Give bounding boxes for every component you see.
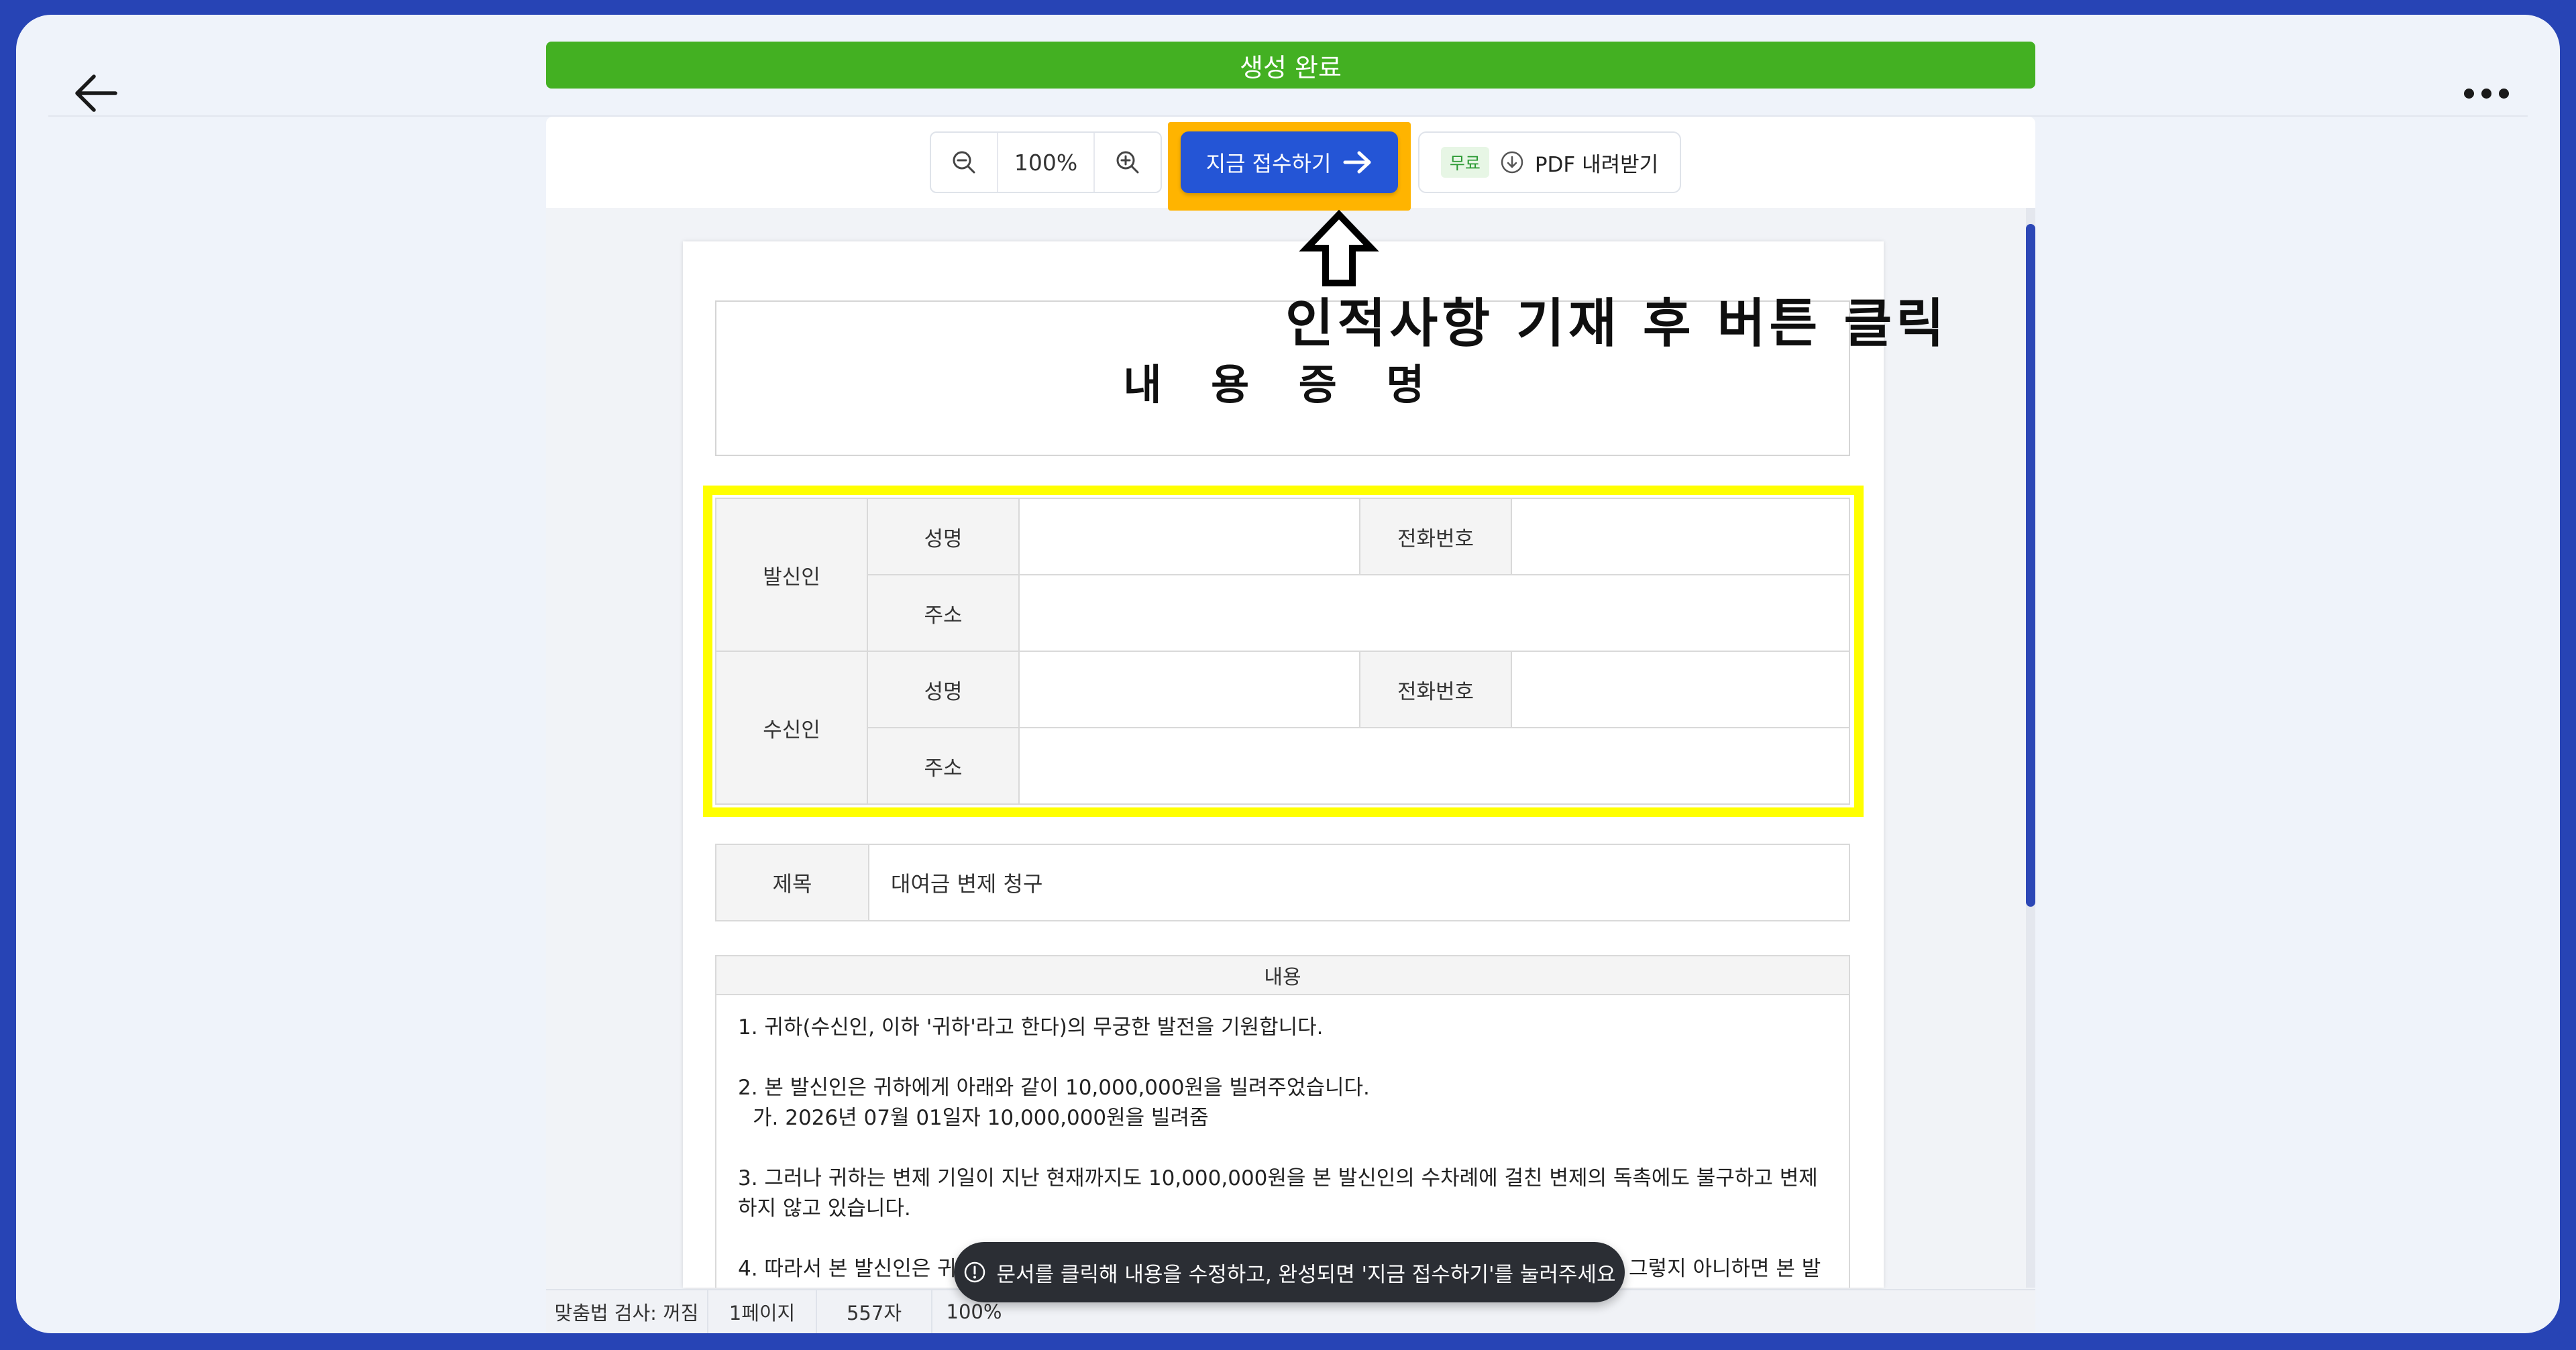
char-count: 557자 bbox=[817, 1290, 932, 1333]
page-count: 1페이지 bbox=[708, 1290, 817, 1333]
pdf-download-button[interactable]: 무료 PDF 내려받기 bbox=[1418, 131, 1681, 193]
party-info-highlight bbox=[703, 486, 1864, 817]
status-text: 생성 완료 bbox=[1240, 52, 1342, 82]
content-header: 내용 bbox=[716, 956, 1849, 995]
arrow-right-icon bbox=[1343, 151, 1371, 174]
dot-icon bbox=[2481, 88, 2491, 99]
generation-status-bar: 생성 완료 bbox=[546, 42, 2035, 89]
toast-notification: 문서를 클릭해 내용을 수정하고, 완성되면 '지금 접수하기'를 눌러주세요 bbox=[954, 1242, 1625, 1302]
scrollbar-thumb[interactable] bbox=[2026, 224, 2035, 907]
dot-icon bbox=[2498, 88, 2509, 99]
subject-row: 제목 대여금 변제 청구 bbox=[715, 844, 1850, 921]
more-options-button[interactable] bbox=[2446, 54, 2526, 133]
zoom-control: 100% bbox=[930, 131, 1162, 193]
arrow-left-icon bbox=[75, 74, 117, 112]
zoom-out-icon bbox=[953, 151, 975, 174]
zoom-in-icon bbox=[1116, 151, 1139, 174]
toast-text: 문서를 클릭해 내용을 수정하고, 완성되면 '지금 접수하기'를 눌러주세요 bbox=[996, 1262, 1616, 1287]
submit-now-button[interactable]: 지금 접수하기 bbox=[1181, 131, 1398, 193]
instruction-annotation: 인적사항 기재 후 버튼 클릭 bbox=[1285, 294, 1948, 354]
content-section: 내용 1. 귀하(수신인, 이하 '귀하'라고 한다)의 무궁한 발전을 기원합… bbox=[715, 955, 1850, 1288]
content-paragraph: 3. 그러나 귀하는 변제 기일이 지난 현재까지도 10,000,000원을 … bbox=[738, 1166, 1818, 1221]
subject-label: 제목 bbox=[716, 845, 869, 920]
content-paragraph: 1. 귀하(수신인, 이하 '귀하'라고 한다)의 무궁한 발전을 기원합니다. bbox=[738, 1015, 1324, 1039]
spellcheck-status[interactable]: 맞춤법 검사: 꺼짐 bbox=[546, 1290, 708, 1333]
up-arrow-icon bbox=[1299, 209, 1379, 286]
back-button[interactable] bbox=[56, 54, 136, 133]
document-page[interactable]: 내 용 증 명 발신인 성명 전화번호 주소 수신인 성명 전화번호 주소 제목… bbox=[683, 241, 1884, 1288]
document-toolbar: 100% 지금 접수하기 무료 PDF 내려받기 bbox=[546, 117, 2035, 211]
dot-icon bbox=[2463, 88, 2474, 99]
pdf-download-label: PDF 내려받기 bbox=[1534, 152, 1659, 177]
content-paragraph: 가. 2026년 07월 01일자 10,000,000원을 빌려줌 bbox=[753, 1106, 1209, 1130]
free-badge: 무료 bbox=[1440, 147, 1489, 178]
download-icon bbox=[1501, 151, 1523, 174]
zoom-out-button[interactable] bbox=[931, 133, 997, 192]
zoom-in-button[interactable] bbox=[1095, 133, 1161, 192]
zoom-level: 100% bbox=[997, 133, 1095, 192]
submit-button-label: 지금 접수하기 bbox=[1205, 151, 1332, 176]
content-paragraph: 2. 본 발신인은 귀하에게 아래와 같이 10,000,000원을 빌려주었습… bbox=[738, 1076, 1370, 1100]
subject-field[interactable]: 대여금 변제 청구 bbox=[869, 845, 1849, 920]
app-window: 생성 완료 100% 지금 접수하기 무료 PDF 내려받기 내 용 증 명 발… bbox=[16, 15, 2560, 1333]
info-icon bbox=[964, 1261, 985, 1283]
